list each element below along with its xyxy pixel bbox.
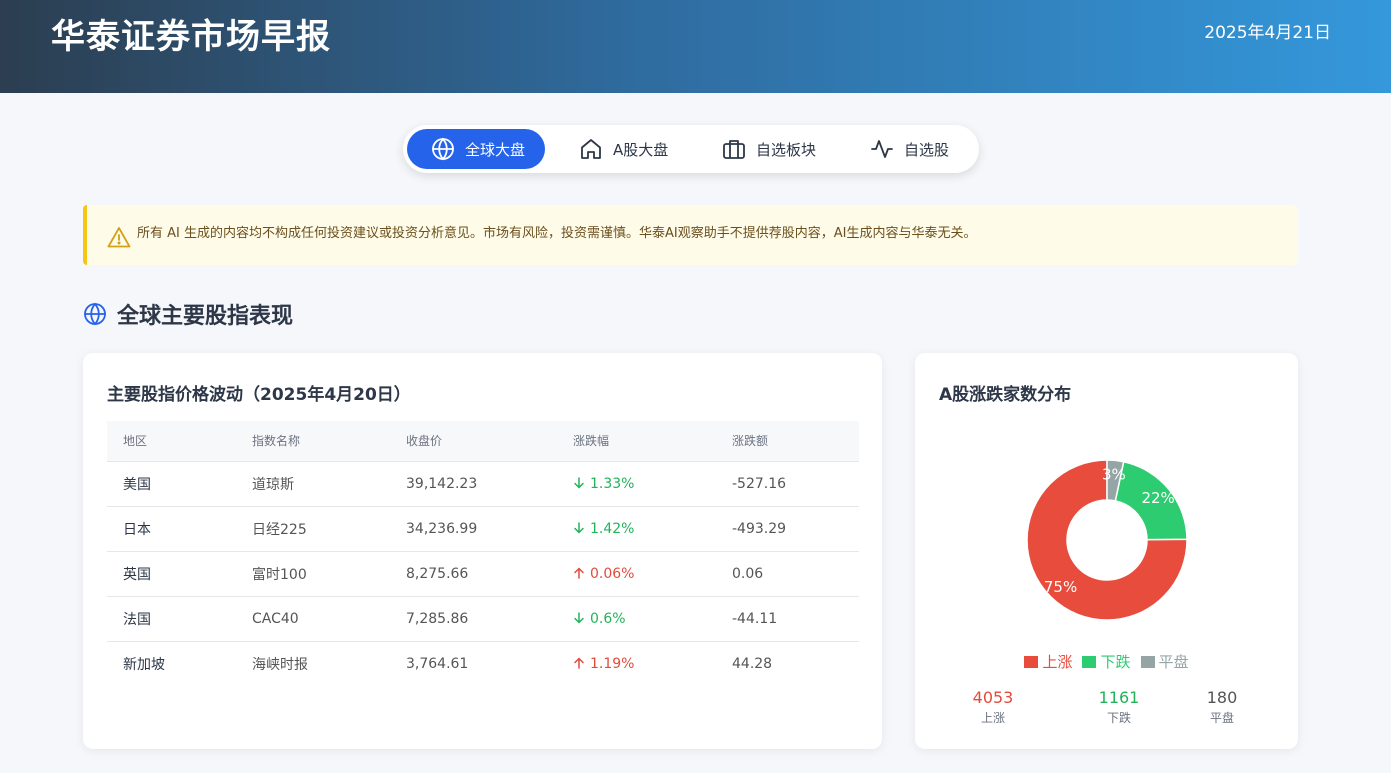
- cell-change-amount: -493.29: [716, 506, 859, 552]
- change-pct-value: 1.42%: [590, 520, 635, 537]
- cell-close: 34,236.99: [390, 506, 557, 552]
- chart-title: A股涨跌家数分布: [939, 385, 1072, 405]
- column-header: 涨跌额: [716, 421, 859, 462]
- table-row: 新加坡 海峡时报 3,764.61 1.19% 44.28: [107, 641, 859, 686]
- cell-change-pct: 0.06%: [557, 551, 716, 597]
- cell-index-name: 日经225: [236, 506, 390, 552]
- legend-label: 下跌: [1100, 653, 1131, 671]
- briefcase-icon: [723, 140, 745, 159]
- legend-swatch: [1024, 655, 1039, 668]
- tab-label: A股大盘: [613, 140, 669, 159]
- stat-block: 180 平盘: [1182, 688, 1262, 726]
- change-pct-value: 1.19%: [590, 655, 635, 672]
- arrow-down-icon: [574, 521, 584, 534]
- tab-label: 全球大盘: [465, 140, 526, 159]
- a-share-distribution-card: A股涨跌家数分布 75% 22% 3% 上涨 下跌 平盘 4053 上涨 1161 下跌 180…: [915, 353, 1298, 749]
- stat-label: 平盘: [1209, 711, 1234, 725]
- legend-swatch: [1140, 655, 1155, 668]
- disclaimer-text: 所有 AI 生成的内容均不构成任何投资建议或投资分析意见。市场有风险，投资需谨慎…: [137, 226, 977, 241]
- globe-icon: [84, 302, 106, 326]
- slice-label: 3%: [1102, 465, 1126, 483]
- legend-item[interactable]: 平盘: [1140, 651, 1189, 672]
- cell-close: 8,275.66: [390, 551, 557, 597]
- table-title: 主要股指价格波动（2025年4月20日）: [107, 385, 411, 405]
- change-pct-value: 1.33%: [590, 475, 635, 492]
- table-row: 美国 道琼斯 39,142.23 1.33% -527.16: [107, 461, 859, 507]
- cell-change-pct: 1.19%: [557, 641, 716, 686]
- section-heading: 全球主要股指表现: [83, 298, 293, 330]
- cell-index-name: 富时100: [236, 551, 390, 597]
- stat-label: 下跌: [1106, 711, 1131, 725]
- tab-a-share-market[interactable]: A股大盘: [555, 129, 688, 169]
- stat-count: 180: [1206, 688, 1238, 707]
- tab-label: 自选股: [904, 140, 950, 159]
- activity-icon: [871, 140, 893, 158]
- cell-index-name: 道琼斯: [236, 461, 390, 507]
- cell-index-name: CAC40: [236, 596, 390, 642]
- column-header: 收盘价: [390, 421, 557, 462]
- report-date: 2025年4月21日: [1204, 23, 1331, 43]
- disclaimer-notice: 所有 AI 生成的内容均不构成任何投资建议或投资分析意见。市场有风险，投资需谨慎…: [83, 205, 1298, 265]
- legend-item[interactable]: 下跌: [1082, 651, 1131, 672]
- cell-region: 法国: [107, 596, 236, 642]
- cell-change-pct: 0.6%: [557, 596, 716, 642]
- cell-close: 3,764.61: [406, 655, 469, 672]
- stat-label: 上涨: [980, 711, 1005, 725]
- table-header-row: 地区 指数名称 收盘价 涨跌幅 涨跌额: [107, 421, 859, 462]
- tab-watch-sectors[interactable]: 自选板块: [698, 129, 836, 169]
- chart-legend: 上涨 下跌 平盘: [915, 651, 1298, 672]
- distribution-pie: 75% 22% 3%: [1015, 448, 1199, 632]
- stat-count: 4053: [972, 688, 1014, 707]
- home-icon: [581, 139, 601, 159]
- table-row: 法国 CAC40 7,285.86 0.6% -44.11: [107, 596, 859, 642]
- tab-label: 自选板块: [756, 140, 817, 159]
- pie-chart: 75% 22% 3%: [1026, 459, 1188, 621]
- section-title: 全球主要股指表现: [117, 304, 294, 329]
- cell-change-amount: 0.06: [716, 551, 859, 597]
- slice-label: 75%: [1044, 578, 1077, 596]
- stat-block: 4053 上涨: [953, 688, 1033, 726]
- tab-watch-stocks[interactable]: 自选股: [846, 129, 969, 169]
- arrow-up-icon: [574, 657, 584, 669]
- tab-global-market[interactable]: 全球大盘: [407, 129, 546, 169]
- slice-label: 22%: [1141, 489, 1174, 507]
- arrow-down-icon: [574, 476, 584, 489]
- table-row: 日本 日经225 34,236.99 1.42% -493.29: [107, 506, 859, 552]
- change-pct-value: 0.6%: [590, 610, 626, 627]
- page-header: 华泰证券市场早报 2025年4月21日: [0, 0, 1391, 93]
- index-table: 地区 指数名称 收盘价 涨跌幅 涨跌额 美国 道琼斯 39,142.23 1.33% -…: [107, 421, 859, 686]
- cell-close: 39,142.23: [390, 461, 557, 507]
- cell-change-pct: 1.42%: [557, 506, 716, 552]
- legend-label: 平盘: [1158, 653, 1189, 671]
- cell-change-pct: 1.33%: [557, 461, 716, 507]
- nav-tabs: 全球大盘 A股大盘 自选板块 自选股: [403, 125, 979, 173]
- globe-icon: [432, 137, 454, 161]
- cell-index-name: 海峡时报: [252, 656, 308, 673]
- cell-region: 美国: [107, 461, 236, 507]
- stat-block: 1161 下跌: [1079, 688, 1159, 726]
- change-pct-value: 0.06%: [590, 565, 635, 582]
- cell-change-amount: 44.28: [732, 655, 773, 672]
- legend-item[interactable]: 上涨: [1024, 651, 1072, 672]
- page-title: 华泰证券市场早报: [51, 17, 331, 57]
- cell-change-amount: -44.11: [716, 596, 859, 642]
- column-header: 指数名称: [236, 421, 390, 462]
- cell-change-amount: -527.16: [716, 461, 859, 507]
- cell-region: 新加坡: [123, 656, 165, 673]
- column-header: 涨跌幅: [557, 421, 716, 462]
- arrow-up-icon: [574, 566, 584, 579]
- legend-swatch: [1082, 655, 1097, 668]
- arrow-down-icon: [574, 611, 584, 624]
- warning-icon: [107, 227, 131, 248]
- cell-close: 7,285.86: [390, 596, 557, 642]
- cell-region: 日本: [107, 506, 236, 552]
- cell-region: 英国: [107, 551, 236, 597]
- legend-label: 上涨: [1042, 653, 1073, 671]
- index-table-card: 主要股指价格波动（2025年4月20日） 地区 指数名称 收盘价 涨跌幅 涨跌额…: [83, 353, 882, 749]
- column-header: 地区: [107, 421, 236, 462]
- stat-count: 1161: [1098, 688, 1140, 707]
- table-row: 英国 富时100 8,275.66 0.06% 0.06: [107, 551, 859, 597]
